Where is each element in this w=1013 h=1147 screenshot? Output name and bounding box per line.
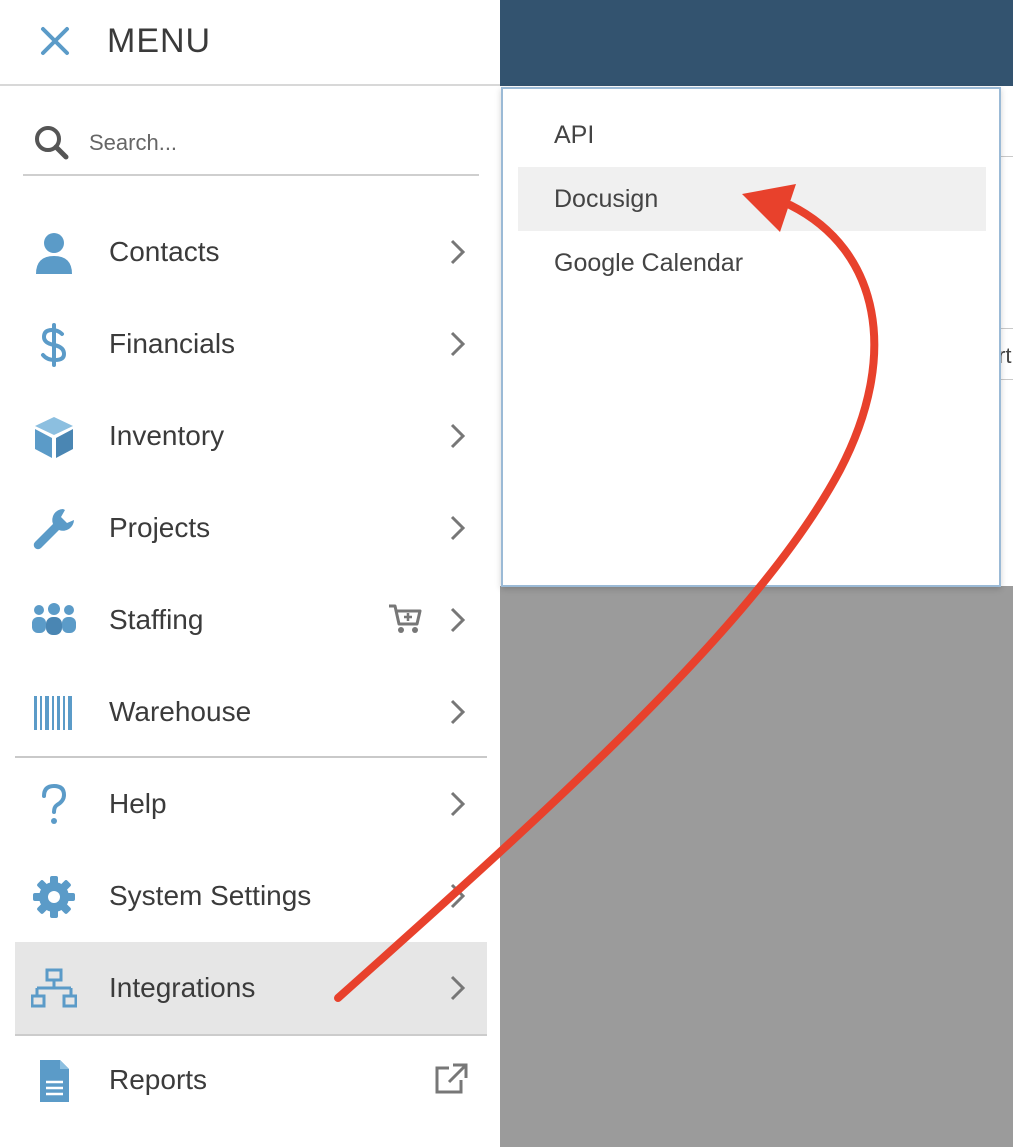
menu-item-staffing[interactable]: Staffing bbox=[15, 574, 487, 666]
submenu-item-label: Docusign bbox=[554, 185, 659, 213]
submenu-item-label: API bbox=[554, 121, 595, 149]
menu-item-label: Financials bbox=[109, 328, 236, 359]
menu-item-help[interactable]: Help bbox=[15, 758, 487, 850]
wrench-icon bbox=[33, 509, 74, 550]
chevron-right-icon bbox=[450, 239, 466, 265]
chevron-right-icon bbox=[450, 423, 466, 449]
chevron-right-icon bbox=[450, 975, 466, 1001]
gear-icon bbox=[33, 876, 75, 918]
menu-item-label: System Settings bbox=[109, 880, 312, 911]
chevron-right-icon bbox=[450, 515, 466, 541]
menu-item-warehouse[interactable]: Warehouse bbox=[15, 666, 487, 758]
menu-item-label: Help bbox=[109, 788, 167, 819]
menu-item-financials[interactable]: Financials bbox=[15, 298, 487, 390]
menu-item-projects[interactable]: Projects bbox=[15, 482, 487, 574]
side-menu: MENU Contacts Financials bbox=[0, 0, 500, 1147]
submenu-item-api[interactable]: API bbox=[518, 103, 986, 167]
chevron-right-icon bbox=[450, 607, 466, 633]
app-topbar bbox=[500, 0, 1013, 86]
search-icon bbox=[35, 126, 69, 160]
question-icon bbox=[42, 783, 67, 824]
close-icon bbox=[41, 27, 69, 55]
external-link-icon[interactable] bbox=[433, 1062, 469, 1096]
submenu-item-google-calendar[interactable]: Google Calendar bbox=[518, 231, 986, 295]
menu-item-label: Contacts bbox=[109, 236, 220, 267]
menu-item-label: Projects bbox=[109, 512, 211, 543]
search-input[interactable] bbox=[87, 124, 471, 162]
menu-item-contacts[interactable]: Contacts bbox=[15, 206, 487, 298]
integrations-submenu: API Docusign Google Calendar bbox=[501, 87, 1001, 587]
close-menu-button[interactable] bbox=[36, 22, 74, 60]
cart-plus-icon[interactable] bbox=[387, 602, 423, 636]
chevron-right-icon bbox=[450, 331, 466, 357]
barcode-icon bbox=[34, 696, 72, 730]
menu-item-integrations[interactable]: Integrations bbox=[15, 942, 487, 1036]
document-icon bbox=[40, 1060, 69, 1102]
menu-title: MENU bbox=[107, 22, 212, 60]
chevron-right-icon bbox=[450, 883, 466, 909]
box-icon bbox=[35, 417, 73, 458]
chevron-right-icon bbox=[450, 791, 466, 817]
dollar-icon bbox=[41, 323, 67, 367]
submenu-item-label: Google Calendar bbox=[554, 249, 744, 277]
menu-item-system-settings[interactable]: System Settings bbox=[15, 850, 487, 942]
menu-item-label: Integrations bbox=[109, 972, 256, 1003]
search-bar bbox=[23, 112, 479, 176]
menu-item-label: Inventory bbox=[109, 420, 225, 451]
menu-item-label: Staffing bbox=[109, 604, 204, 635]
menu-item-label: Warehouse bbox=[109, 696, 252, 727]
menu-item-reports[interactable]: Reports bbox=[15, 1034, 487, 1126]
chevron-right-icon bbox=[450, 699, 466, 725]
menu-item-inventory[interactable]: Inventory bbox=[15, 390, 487, 482]
submenu-item-docusign[interactable]: Docusign bbox=[518, 167, 986, 231]
network-icon bbox=[31, 968, 77, 1008]
group-icon bbox=[32, 603, 76, 635]
menu-item-label: Reports bbox=[109, 1064, 208, 1095]
menu-header: MENU bbox=[0, 0, 500, 86]
person-icon bbox=[36, 233, 72, 274]
